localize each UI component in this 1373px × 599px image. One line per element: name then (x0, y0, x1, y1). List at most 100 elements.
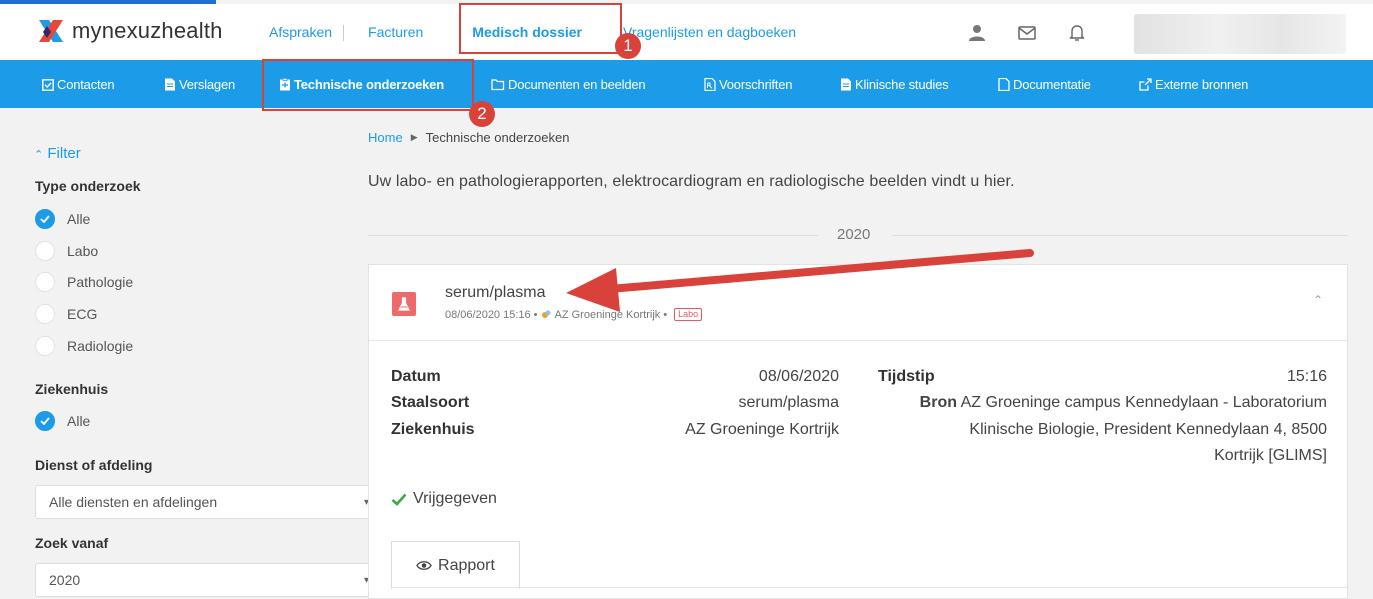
subnav-klinische-studies[interactable]: Klinische studies (840, 60, 949, 108)
bron-line-3: Kortrijk [GLIMS] (1214, 447, 1327, 464)
subnav-externe-bronnen[interactable]: Externe bronnen (1139, 60, 1248, 108)
result-card: serum/plasma 08/06/2020 15:16 • AZ Groen… (368, 264, 1349, 599)
bell-icon[interactable] (1066, 22, 1088, 44)
divider-left (368, 235, 818, 236)
nav-afspraken[interactable]: Afspraken (258, 24, 345, 41)
search-from-select[interactable]: 2020 ▾ (35, 563, 370, 597)
hospital-logo-icon (541, 309, 552, 320)
user-icon[interactable] (966, 22, 988, 44)
document-icon (841, 78, 851, 90)
chevron-up-icon: ⌃ (34, 149, 44, 161)
department-select[interactable]: Alle diensten en afdelingen ▾ (35, 485, 370, 519)
chevron-up-icon[interactable]: ⌃ (1313, 293, 1323, 307)
nav-facturen[interactable]: Facturen (343, 24, 435, 40)
mail-icon[interactable] (1016, 22, 1038, 44)
subnav-verslagen[interactable]: Verslagen (164, 60, 235, 108)
check-icon (391, 493, 407, 506)
filter-label: Filter (47, 145, 81, 162)
type-option-alle[interactable]: Alle (35, 209, 90, 229)
meta-separator: • (663, 308, 668, 321)
user-profile-blurred[interactable] (1134, 14, 1346, 54)
bron-line-2: Klinische Biologie, President Kennedylaa… (969, 421, 1327, 438)
document-icon (165, 78, 175, 90)
checkmark-icon (35, 411, 55, 431)
card-header[interactable]: serum/plasma 08/06/2020 15:16 • AZ Groen… (369, 265, 1347, 341)
subnav-verslagen-label: Verslagen (179, 76, 236, 92)
brand-logo[interactable]: mynexuzhealth (36, 16, 223, 46)
status-badge: Vrijgegeven (391, 490, 497, 508)
labo-tag: Labo (674, 308, 703, 321)
subnav-contacten[interactable]: Contacten (42, 60, 115, 108)
staalsoort-value: serum/plasma (738, 394, 839, 411)
hospital-option-alle[interactable]: Alle (35, 411, 90, 431)
type-onderzoek-heading: Type onderzoek (35, 178, 141, 194)
ziekenhuis-heading: Ziekenhuis (35, 381, 109, 397)
radio-circle (35, 272, 55, 292)
staalsoort-label: Staalsoort (391, 394, 470, 411)
annotation-highlight-1 (459, 3, 622, 54)
datum-label: Datum (391, 368, 441, 385)
type-option-label: Alle (67, 211, 91, 227)
ziekenhuis-value: AZ Groeninge Kortrijk (685, 421, 839, 438)
year-label: 2020 (837, 226, 871, 243)
checkmark-icon (35, 209, 55, 229)
radio-circle (35, 241, 55, 261)
card-title: serum/plasma (445, 284, 546, 301)
sub-navigation-bar: Contacten Verslagen Technische onderzoek… (0, 60, 1373, 108)
brand-logo-icon (39, 20, 63, 42)
zoek-vanaf-heading: Zoek vanaf (35, 535, 109, 551)
nav-vragenlijsten[interactable]: Vragenlijsten en dagboeken (623, 24, 807, 40)
ziekenhuis-label: Ziekenhuis (391, 421, 475, 438)
tijdstip-value: 15:16 (1286, 368, 1327, 385)
subnav-documentatie-label: Documentatie (1013, 76, 1091, 92)
subnav-contacten-label: Contacten (57, 76, 115, 92)
file-icon (998, 77, 1010, 91)
type-option-label: Radiologie (67, 338, 134, 354)
tijdstip-label: Tijdstip (878, 368, 935, 385)
bron-value-1: AZ Groeninge campus Kennedylaan - Labora… (960, 394, 1327, 411)
annotation-highlight-2 (262, 59, 474, 111)
intro-text: Uw labo- en pathologierapporten, elektro… (368, 173, 1015, 190)
type-option-ecg[interactable]: ECG (35, 304, 97, 324)
radio-circle (35, 304, 55, 324)
subnav-documenten-en-beelden[interactable]: Documenten en beelden (491, 60, 646, 108)
rapport-button-label: Rapport (438, 556, 495, 574)
breadcrumb-current: Technische onderzoeken (425, 130, 570, 145)
subnav-documentatie[interactable]: Documentatie (998, 60, 1091, 108)
chevron-right-icon: ▶ (410, 132, 418, 142)
annotation-number-1: 1 (615, 33, 641, 59)
tab-divider (391, 587, 1349, 588)
divider-right (892, 235, 1348, 236)
breadcrumb-home[interactable]: Home (368, 130, 403, 145)
rapport-button[interactable]: Rapport (391, 541, 520, 589)
search-from-select-value: 2020 (49, 572, 81, 588)
subnav-klinische-studies-label: Klinische studies (855, 76, 949, 92)
type-option-labo[interactable]: Labo (35, 241, 98, 261)
datum-value: 08/06/2020 (758, 368, 839, 385)
filter-toggle[interactable]: ⌃ Filter (34, 145, 81, 162)
hospital-option-label: Alle (67, 413, 91, 429)
filter-sidebar: ⌃ Filter Type onderzoek Alle Labo Pathol… (0, 108, 370, 599)
card-meta-datetime: 08/06/2020 15:16 (445, 308, 531, 321)
radio-circle (35, 336, 55, 356)
meta-separator: • (533, 308, 538, 321)
department-select-value: Alle diensten en afdelingen (49, 494, 218, 510)
type-option-pathologie[interactable]: Pathologie (35, 272, 133, 292)
top-icons (966, 22, 1088, 44)
brand-name: mynexuzhealth (72, 18, 223, 43)
external-link-icon (1139, 77, 1152, 91)
type-option-radiologie[interactable]: Radiologie (35, 336, 133, 356)
subnav-voorschriften[interactable]: Voorschriften (704, 60, 792, 108)
breadcrumb: Home ▶ Technische onderzoeken (368, 130, 569, 145)
dienst-heading: Dienst of afdeling (35, 457, 153, 473)
annotation-number-2: 2 (469, 101, 495, 127)
flask-icon (392, 292, 416, 316)
subnav-externe-bronnen-label: Externe bronnen (1155, 76, 1249, 92)
eye-icon (416, 561, 432, 570)
calendar-check-icon (42, 78, 54, 91)
card-meta: 08/06/2020 15:16 • AZ Groeninge Kortrijk… (445, 308, 703, 321)
status-text: Vrijgegeven (413, 490, 497, 507)
top-navigation-bar: mynexuzhealth Afspraken Facturen Medisch… (0, 4, 1373, 60)
subnav-voorschriften-label: Voorschriften (719, 76, 793, 92)
type-option-label: ECG (67, 306, 98, 322)
